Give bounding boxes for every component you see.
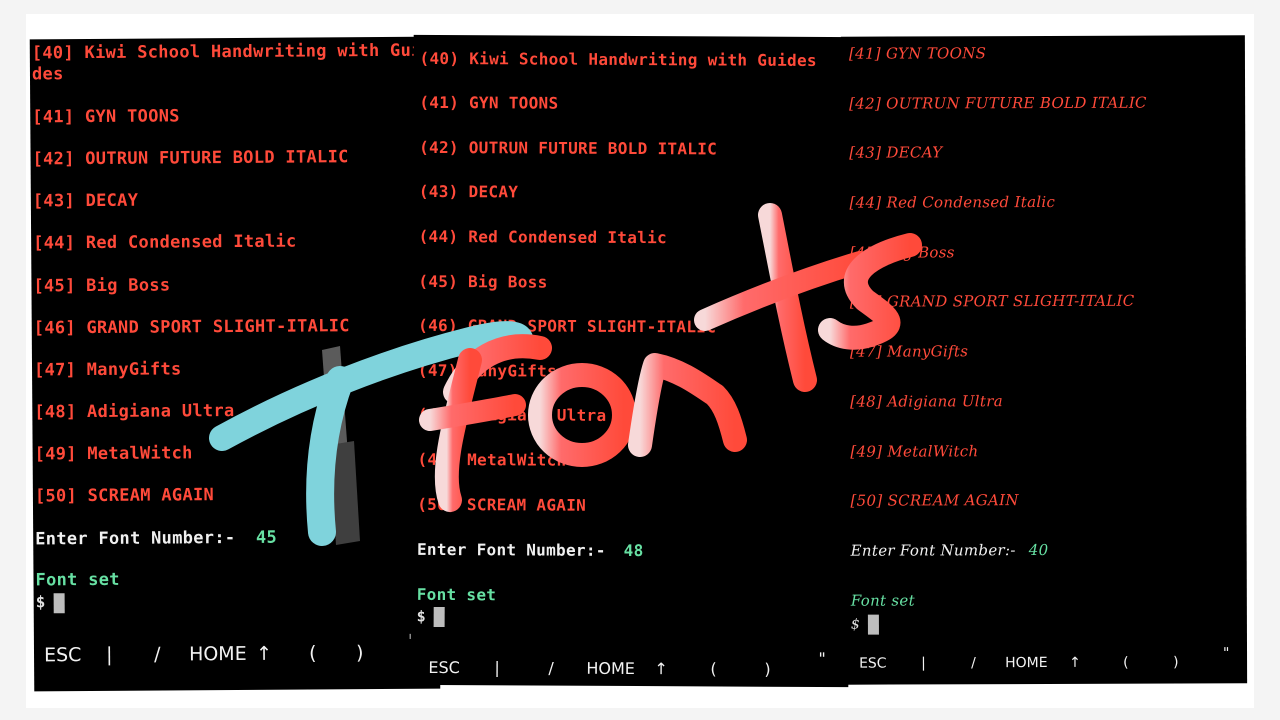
key-home[interactable]: HOME (189, 643, 247, 665)
key-close-paren[interactable]: ) (764, 659, 770, 678)
key-open-paren[interactable]: ( (309, 642, 317, 664)
key-slash[interactable]: / (971, 655, 976, 671)
font-list-item: (43) DECAY (418, 181, 519, 202)
key-up-arrow[interactable]: ↑ (256, 643, 272, 665)
font-list-item: [49] MetalWitch (34, 443, 193, 465)
prompt-label: Enter Font Number:- (35, 528, 236, 550)
key-pipe[interactable]: | (921, 655, 926, 671)
font-set-status: Font set (850, 591, 915, 610)
font-list-item: [43] DECAY (849, 143, 943, 162)
dollar-sign: $ (850, 616, 861, 633)
font-list-item: [46] GRAND SPORT SLIGHT-ITALIC (33, 316, 350, 339)
key-esc[interactable]: ESC (859, 656, 887, 672)
font-list-item: [50] SCREAM AGAIN (850, 491, 1019, 510)
key-quote[interactable]: " (1223, 645, 1230, 661)
dollar-sign: $ (35, 592, 46, 612)
extra-keys-bar: ESC | / HOME ↑ ( ) " (410, 649, 848, 681)
font-list-item: [44] Red Condensed Italic (849, 192, 1056, 212)
key-pipe[interactable]: | (106, 644, 113, 666)
font-set-status: Font set (416, 584, 497, 605)
font-list-item: [47] ManyGifts (849, 342, 969, 361)
font-list-item: (46) GRAND SPORT SLIGHT-ITALIC (418, 315, 717, 337)
font-list-item: (48) Adigiana Ultra (417, 404, 607, 425)
font-list-item: (40) Kiwi School Handwriting with Guides (419, 48, 817, 70)
font-set-status: Font set (35, 569, 120, 591)
prompt-value: 45 (255, 527, 278, 548)
font-list-item: [45] Big Boss (849, 243, 955, 262)
key-slash[interactable]: / (548, 658, 553, 677)
font-list-item: [43] DECAY (32, 190, 139, 212)
key-esc[interactable]: ESC (44, 644, 81, 666)
font-list-item: (45) Big Boss (418, 271, 548, 292)
font-list-item: [49] MetalWitch (850, 442, 979, 461)
key-up-arrow[interactable]: ↑ (1069, 655, 1081, 671)
prompt-label: Enter Font Number:- (416, 539, 606, 560)
prompt-label: Enter Font Number:- (850, 541, 1016, 560)
font-list-item: (44) Red Condensed Italic (418, 226, 668, 248)
font-list-item: [48] Adigiana Ultra (34, 401, 235, 423)
text-cursor (53, 592, 65, 613)
key-up-arrow[interactable]: ↑ (654, 659, 668, 678)
font-list-item: (49) MetalWitch (417, 449, 567, 470)
font-list-item: [42] OUTRUN FUTURE BOLD ITALIC (32, 147, 349, 170)
prompt-value: 48 (623, 540, 644, 561)
key-open-paren[interactable]: ( (710, 659, 716, 678)
text-cursor (433, 606, 446, 628)
font-list-item: [45] Big Boss (33, 275, 171, 297)
font-list-item: [48] Adigiana Ultra (850, 392, 1003, 411)
font-number-prompt[interactable]: Enter Font Number:- 40 (851, 541, 1049, 560)
key-close-paren[interactable]: ) (1173, 655, 1179, 671)
font-list-item: [46] GRAND SPORT SLIGHT-ITALIC (849, 291, 1135, 311)
font-list-item: (47) ManyGifts (417, 360, 558, 381)
terminal-panel-middle: (40) Kiwi School Handwriting with Guides… (410, 34, 852, 688)
font-list-item: [42] OUTRUN FUTURE BOLD ITALIC (849, 93, 1147, 113)
shell-prompt[interactable]: $ (36, 592, 65, 613)
font-list-item: (42) OUTRUN FUTURE BOLD ITALIC (419, 137, 718, 159)
terminal-panel-right: [41] GYN TOONS [42] OUTRUN FUTURE BOLD I… (840, 35, 1248, 685)
key-home[interactable]: HOME (1005, 655, 1048, 671)
font-list-item: [41] GYN TOONS (32, 106, 180, 128)
extra-keys-bar: ESC | / HOME ↑ ( ) " (843, 645, 1247, 674)
key-pipe[interactable]: | (494, 658, 499, 677)
shell-prompt[interactable]: $ (850, 614, 880, 635)
font-list-item: [41] GYN TOONS (848, 44, 987, 63)
font-list-item: [40] Kiwi School Handwriting with Guides (31, 40, 422, 85)
font-list-item: [47] ManyGifts (33, 359, 182, 381)
key-open-paren[interactable]: ( (1123, 655, 1129, 671)
key-quote[interactable]: " (818, 649, 825, 668)
dollar-sign: $ (416, 607, 427, 626)
font-number-prompt[interactable]: Enter Font Number:- 45 (35, 528, 277, 550)
prompt-value: 40 (1028, 540, 1049, 560)
shell-prompt[interactable]: $ (416, 606, 446, 628)
font-list-item: (50) SCREAM AGAIN (417, 494, 587, 515)
font-list-item: (41) GYN TOONS (419, 92, 559, 113)
extra-keys-bar: ESC | / HOME ↑ ( ) " (34, 631, 440, 668)
key-close-paren[interactable]: ) (356, 642, 364, 664)
key-home[interactable]: HOME (586, 658, 635, 677)
terminal-panel-left: [40] Kiwi School Handwriting with Guides… (29, 36, 441, 692)
font-list-item: [44] Red Condensed Italic (33, 231, 297, 254)
font-list-item: [50] SCREAM AGAIN (34, 485, 215, 507)
key-slash[interactable]: / (154, 644, 161, 666)
key-esc[interactable]: ESC (428, 657, 460, 676)
text-cursor (868, 614, 880, 635)
font-number-prompt[interactable]: Enter Font Number:- 48 (417, 540, 644, 560)
